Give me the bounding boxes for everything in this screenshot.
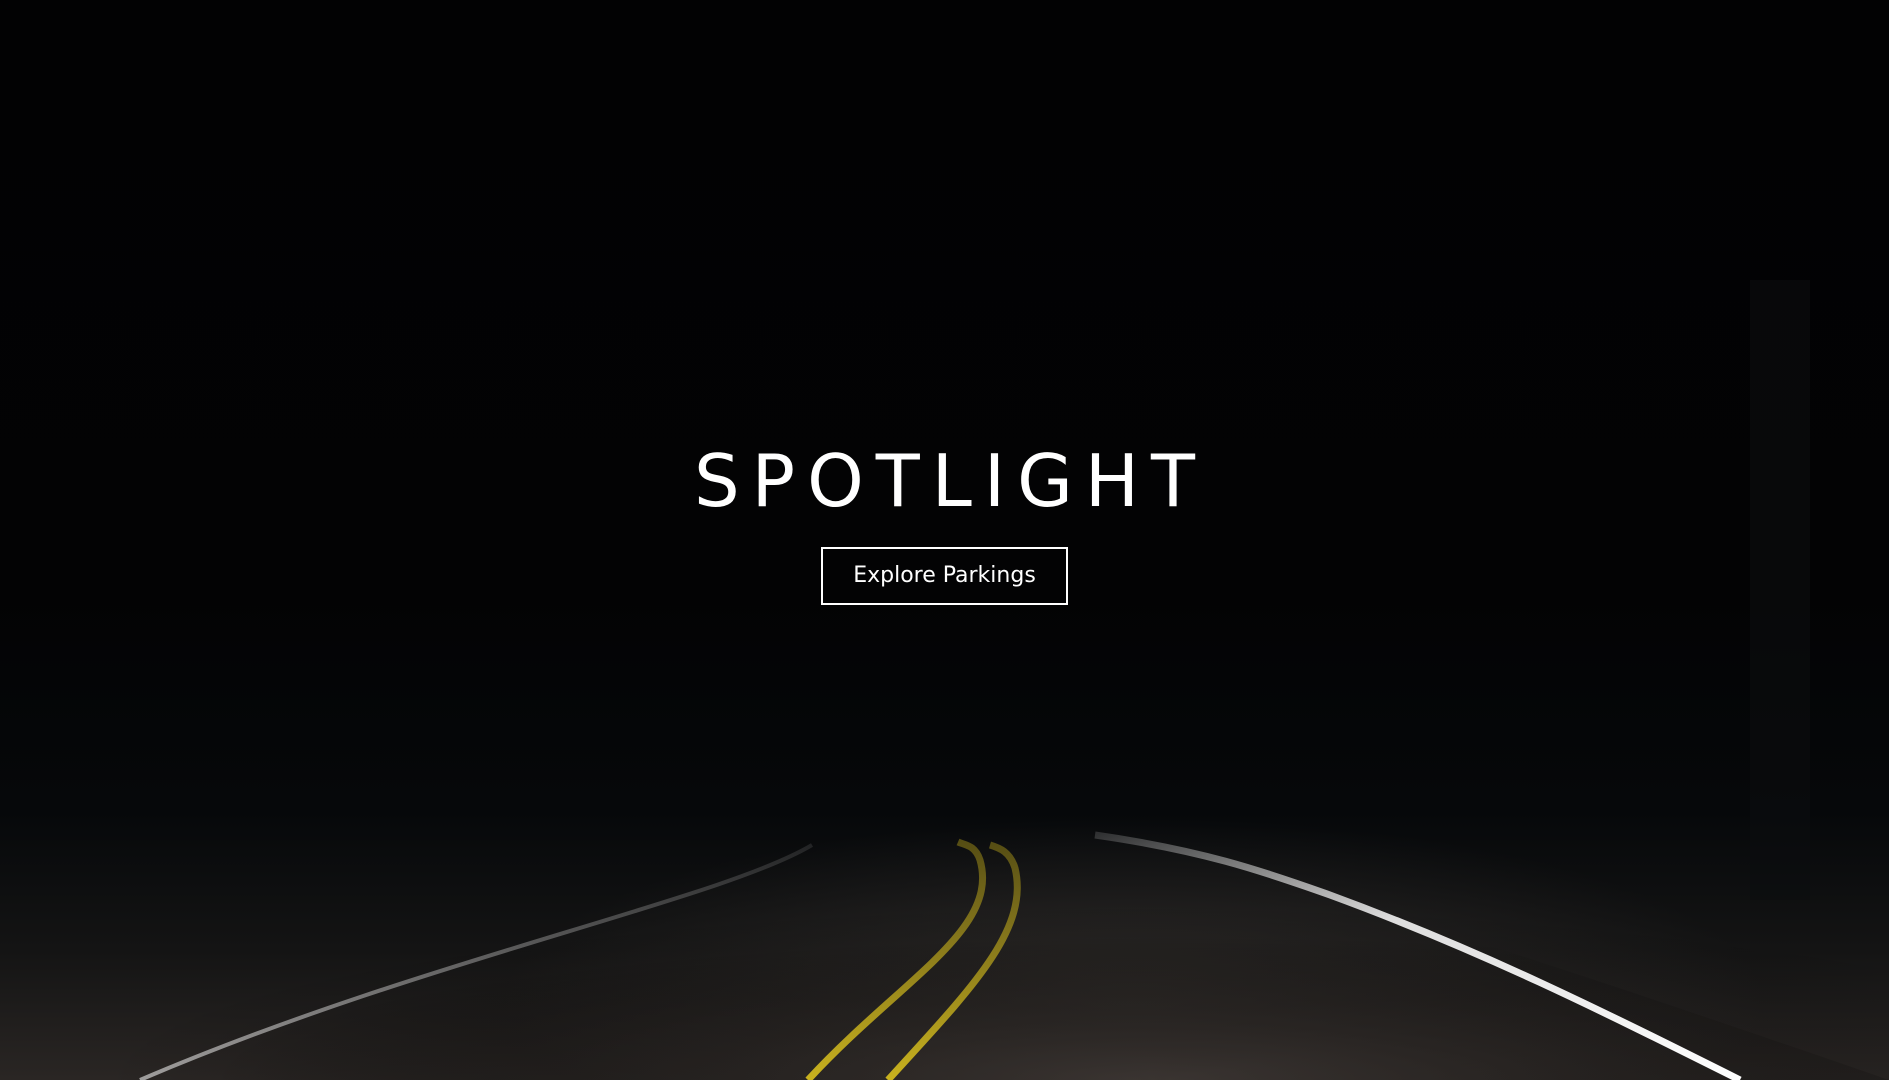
hero-content: SPOTLIGHT Explore Parkings: [0, 0, 1889, 1080]
hero-section: SPOTLIGHT Explore Parkings: [0, 0, 1889, 1080]
hero-title: SPOTLIGHT: [693, 438, 1208, 523]
explore-parkings-button[interactable]: Explore Parkings: [821, 546, 1068, 606]
